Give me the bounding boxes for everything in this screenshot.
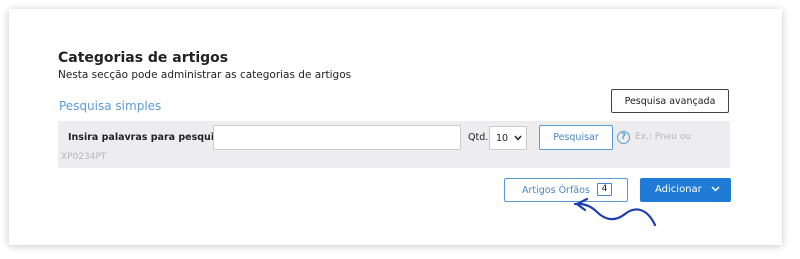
search-button[interactable]: Pesquisar <box>539 125 613 150</box>
chevron-down-icon <box>514 135 522 141</box>
page-subtitle: Nesta secção pode administrar as categor… <box>58 69 352 81</box>
qtd-value: 10 <box>496 132 509 144</box>
qtd-label: Qtd. <box>468 132 489 143</box>
qtd-select[interactable]: 10 <box>489 126 527 150</box>
simple-search-heading: Pesquisa simples <box>59 99 162 113</box>
advanced-search-button[interactable]: Pesquisa avançada <box>611 89 729 113</box>
page-title: Categorias de artigos <box>58 50 229 66</box>
search-hint: Ex.: Pneu ou <box>635 132 692 142</box>
search-hint-code: XP0234PT <box>61 152 107 162</box>
curved-arrow-annotation <box>573 197 657 227</box>
search-input[interactable] <box>213 125 461 150</box>
chevron-down-icon <box>711 186 720 192</box>
search-input-label: Insira palavras para pesquisar <box>68 132 231 143</box>
add-button-label: Adicionar <box>655 184 702 195</box>
question-circle-icon[interactable]: ? <box>617 131 630 144</box>
search-bar: Insira palavras para pesquisar Qtd. 10 P… <box>58 121 730 168</box>
